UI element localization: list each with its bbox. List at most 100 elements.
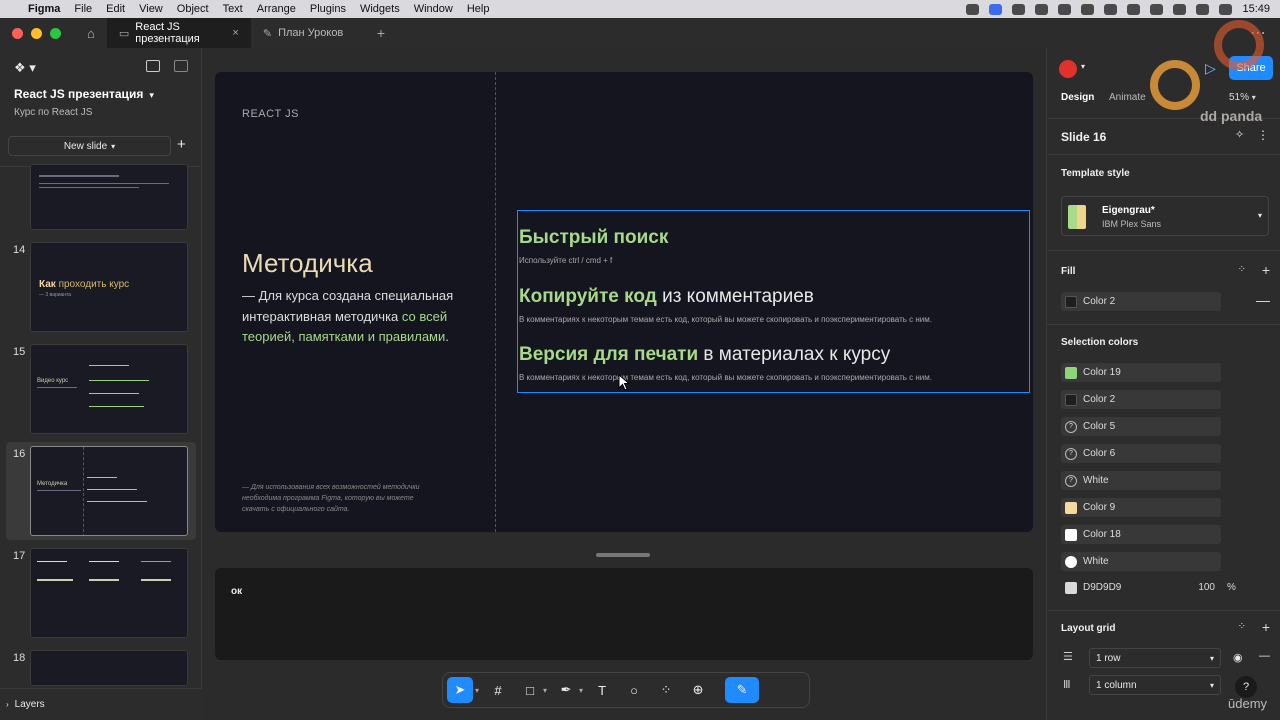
close-window-button[interactable] bbox=[12, 27, 23, 39]
styles-icon[interactable]: ⁘ bbox=[1238, 264, 1246, 275]
tray-icon[interactable] bbox=[1012, 3, 1026, 15]
slide-thumb-14[interactable]: Как проходить курс — 3 варианта bbox=[30, 242, 188, 332]
selection-color-row[interactable]: ? Color 5 bbox=[1061, 417, 1221, 436]
tab-design[interactable]: Design bbox=[1061, 92, 1094, 103]
selection-color-row[interactable]: Color 2 bbox=[1061, 390, 1221, 409]
selection-color-row[interactable]: ? White bbox=[1061, 471, 1221, 490]
slide-thumb-17[interactable] bbox=[30, 548, 188, 638]
remove-grid-icon[interactable]: — bbox=[1259, 650, 1270, 662]
avatar[interactable] bbox=[1059, 60, 1077, 78]
new-tab-icon[interactable]: + bbox=[365, 18, 397, 48]
add-slide-icon[interactable]: + bbox=[177, 136, 186, 153]
selection-color-row[interactable]: Color 19 bbox=[1061, 363, 1221, 382]
figma-menu-icon[interactable]: ❖ ▾ bbox=[14, 60, 36, 76]
menu-window[interactable]: Window bbox=[414, 3, 453, 15]
tray-icon[interactable] bbox=[1150, 3, 1164, 15]
file-name[interactable]: React JS презентация ▾ bbox=[14, 87, 154, 101]
add-fill-icon[interactable]: + bbox=[1262, 262, 1270, 278]
grid-row-select[interactable]: 1 row ▾ bbox=[1089, 648, 1221, 668]
help-icon[interactable]: ? bbox=[1235, 676, 1257, 698]
rectangle-tool-icon[interactable]: □ bbox=[517, 677, 543, 703]
slide-thumb-16[interactable]: Методичка bbox=[30, 446, 188, 536]
slide-heading[interactable]: Методичка bbox=[242, 248, 373, 279]
item-copy-code-sub[interactable]: В комментариях к некоторым темам есть ко… bbox=[519, 315, 932, 324]
screen-record-icon[interactable] bbox=[989, 3, 1003, 15]
opacity-value[interactable]: 100 bbox=[1198, 582, 1215, 593]
notes-text[interactable]: ок bbox=[231, 586, 242, 597]
add-icon[interactable]: ⊕ bbox=[685, 677, 711, 703]
slide-thumb-18[interactable] bbox=[30, 650, 188, 686]
grid-view-icon[interactable] bbox=[174, 60, 188, 72]
styles-icon[interactable]: ⁘ bbox=[1238, 621, 1246, 632]
tray-icon[interactable] bbox=[966, 3, 980, 15]
resize-handle[interactable] bbox=[596, 553, 650, 557]
menu-file[interactable]: File bbox=[74, 3, 92, 15]
slide-footnote[interactable]: — Для использования всех возможностей ме… bbox=[242, 482, 442, 515]
menu-edit[interactable]: Edit bbox=[106, 3, 125, 15]
components-icon[interactable]: ⁘ bbox=[653, 677, 679, 703]
pen-tool-icon[interactable]: ✒ bbox=[553, 677, 579, 703]
menu-view[interactable]: View bbox=[139, 3, 163, 15]
chevron-down-icon[interactable]: ▾ bbox=[543, 686, 547, 695]
single-view-icon[interactable] bbox=[146, 60, 160, 72]
selection-color-row[interactable]: Color 18 bbox=[1061, 525, 1221, 544]
item-print-version[interactable]: Версия для печати в материалах к курсу bbox=[519, 344, 890, 366]
selection-color-row[interactable]: White bbox=[1061, 552, 1221, 571]
slide-16[interactable]: REACT JS Методичка — Для курса создана с… bbox=[215, 72, 1033, 532]
new-slide-button[interactable]: New slide ▾ bbox=[8, 136, 171, 156]
comment-tool-icon[interactable]: ○ bbox=[621, 677, 647, 703]
item-quick-search-sub[interactable]: Используйте ctrl / cmd + f bbox=[519, 256, 612, 265]
add-grid-icon[interactable]: + bbox=[1262, 619, 1270, 635]
item-copy-code[interactable]: Копируйте код из комментариев bbox=[519, 286, 814, 308]
tray-icon[interactable] bbox=[1104, 3, 1118, 15]
zoom-window-button[interactable] bbox=[50, 27, 61, 39]
remove-fill-icon[interactable]: — bbox=[1256, 292, 1270, 308]
hex-value[interactable]: D9D9D9 bbox=[1083, 582, 1121, 593]
slide-thumb-13[interactable] bbox=[30, 164, 188, 230]
selection-color-row[interactable]: Color 9 bbox=[1061, 498, 1221, 517]
search-icon[interactable] bbox=[1219, 3, 1233, 15]
tab-lesson-plan[interactable]: ✎ План Уроков bbox=[251, 18, 365, 48]
canvas[interactable]: REACT JS Методичка — Для курса создана с… bbox=[202, 48, 1046, 720]
minimize-window-button[interactable] bbox=[31, 27, 42, 39]
chevron-down-icon[interactable]: ▾ bbox=[475, 686, 479, 695]
row-grid-icon[interactable]: ☰ bbox=[1063, 650, 1073, 663]
close-tab-icon[interactable]: × bbox=[232, 27, 238, 39]
tray-icon[interactable] bbox=[1127, 3, 1141, 15]
tab-react-presentation[interactable]: ▭ React JS презентация × bbox=[106, 18, 251, 48]
text-tool-icon[interactable]: T bbox=[589, 677, 615, 703]
menu-text[interactable]: Text bbox=[223, 3, 243, 15]
speaker-notes[interactable]: ок bbox=[215, 568, 1033, 660]
menu-widgets[interactable]: Widgets bbox=[360, 3, 400, 15]
menu-arrange[interactable]: Arrange bbox=[257, 3, 296, 15]
template-style-select[interactable]: Eigengrau* IBM Plex Sans ▾ bbox=[1061, 196, 1269, 236]
dev-mode-toggle-icon[interactable]: ✎ bbox=[725, 677, 760, 703]
battery-icon[interactable] bbox=[1173, 3, 1187, 15]
selection-color-row[interactable]: ? Color 6 bbox=[1061, 444, 1221, 463]
menu-app[interactable]: Figma bbox=[28, 3, 60, 15]
slide-name[interactable]: Slide 16 bbox=[1061, 130, 1106, 144]
menu-object[interactable]: Object bbox=[177, 3, 209, 15]
move-tool-icon[interactable]: ➤ bbox=[447, 677, 473, 703]
layers-toggle[interactable]: › Layers bbox=[0, 688, 202, 720]
column-grid-icon[interactable]: Ⅲ bbox=[1063, 678, 1071, 691]
grid-column-select[interactable]: 1 column ▾ bbox=[1089, 675, 1221, 695]
chevron-down-icon[interactable]: ▾ bbox=[1081, 62, 1085, 71]
eye-icon[interactable]: ◉ bbox=[1233, 651, 1243, 664]
selection-frame[interactable]: Быстрый поиск Используйте ctrl / cmd + f… bbox=[517, 210, 1030, 393]
slide-label[interactable]: REACT JS bbox=[242, 108, 299, 120]
menu-help[interactable]: Help bbox=[467, 3, 490, 15]
wifi-icon[interactable] bbox=[1196, 3, 1210, 15]
fill-row[interactable]: Color 2 bbox=[1061, 292, 1221, 311]
item-quick-search[interactable]: Быстрый поиск bbox=[519, 227, 668, 249]
frame-tool-icon[interactable]: # bbox=[485, 677, 511, 703]
item-print-version-sub[interactable]: В комментариях к некоторым темам есть ко… bbox=[519, 373, 932, 382]
more-icon[interactable]: ⋮ bbox=[1257, 128, 1269, 142]
slide-thumb-15[interactable]: Видео курс bbox=[30, 344, 188, 434]
tray-icon[interactable] bbox=[1081, 3, 1095, 15]
tray-icon[interactable] bbox=[1035, 3, 1049, 15]
chevron-down-icon[interactable]: ▾ bbox=[579, 686, 583, 695]
home-icon[interactable]: ⌂ bbox=[75, 18, 107, 48]
slide-description[interactable]: — Для курса создана специальная интеракт… bbox=[242, 286, 482, 348]
tray-icon[interactable] bbox=[1058, 3, 1072, 15]
